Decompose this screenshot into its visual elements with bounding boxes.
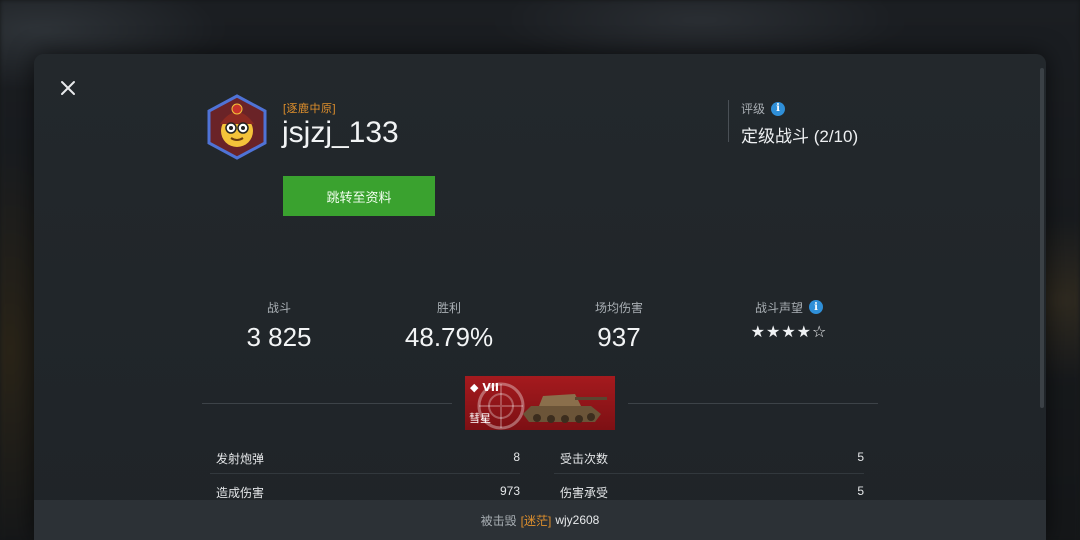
destroyed-by-footer: 被击毁 [迷茫] wjy2608 [34,500,1046,540]
info-icon[interactable]: i [771,101,786,116]
row-value: 5 [857,484,864,498]
stat-value: 48.79% [404,322,494,352]
stat-value: 3 825 [246,322,312,352]
stat-avg-damage: 场均伤害 937 [534,298,704,353]
destroyed-by-label: 被击毁 [480,513,517,528]
row-value: 973 [499,484,520,498]
stat-label: 战斗 [266,300,291,315]
stat-label-row: 战斗声望 i [704,298,874,316]
info-icon[interactable]: i [809,300,823,314]
close-icon[interactable] [58,78,78,98]
table-row: 受击次数 5 [554,440,864,474]
stats-summary: 战斗 3 825 胜利 48.79% 场均伤害 937 战斗声望 i ★★★★☆ [194,298,874,358]
player-username: jsjzj_133 [282,116,399,149]
row-label: 发射炮弹 [216,452,265,466]
killer-name[interactable]: wjy2608 [555,513,599,527]
stat-label: 胜利 [436,300,461,315]
rating-label: 评级 [741,102,766,116]
divider-left [202,403,452,404]
reputation-stars: ★★★★☆ [750,322,828,341]
tier-chevron-icon: ◆ [470,381,479,394]
tank-icon [523,394,607,423]
rating-divider [728,100,729,142]
stat-label: 战斗声望 [754,300,803,315]
scrollbar[interactable] [1040,68,1044,408]
row-value: 8 [513,450,520,464]
tank-tier: ◆ VII [470,381,499,394]
killer-clan-tag: [迷茫] [520,513,552,528]
row-value: 5 [857,450,864,464]
row-label: 受击次数 [560,452,609,466]
stat-battles: 战斗 3 825 [194,298,364,353]
rating-value: 定级战斗 (2/10) [741,127,859,146]
stat-value: 937 [597,322,641,352]
row-label: 伤害承受 [560,486,609,500]
row-label: 造成伤害 [216,486,265,500]
tank-name: 彗星 [469,413,491,425]
go-to-profile-button[interactable]: 跳转至资料 [283,176,435,216]
tank-card[interactable]: ◆ VII 彗星 [465,376,615,430]
stat-reputation: 战斗声望 i ★★★★☆ [704,298,874,341]
rating-header: 评级 i [741,100,786,117]
clan-tag: [逐鹿中原] [283,103,337,115]
table-row: 发射炮弹 8 [210,440,520,474]
tier-label: VII [482,381,500,394]
stat-win-rate: 胜利 48.79% [364,298,534,353]
stat-label: 场均伤害 [594,300,643,315]
player-avatar [206,94,268,160]
divider-right [628,403,878,404]
player-details-panel: [逐鹿中原] jsjzj_133 跳转至资料 评级 i 定级战斗 (2/10) … [34,54,1046,540]
